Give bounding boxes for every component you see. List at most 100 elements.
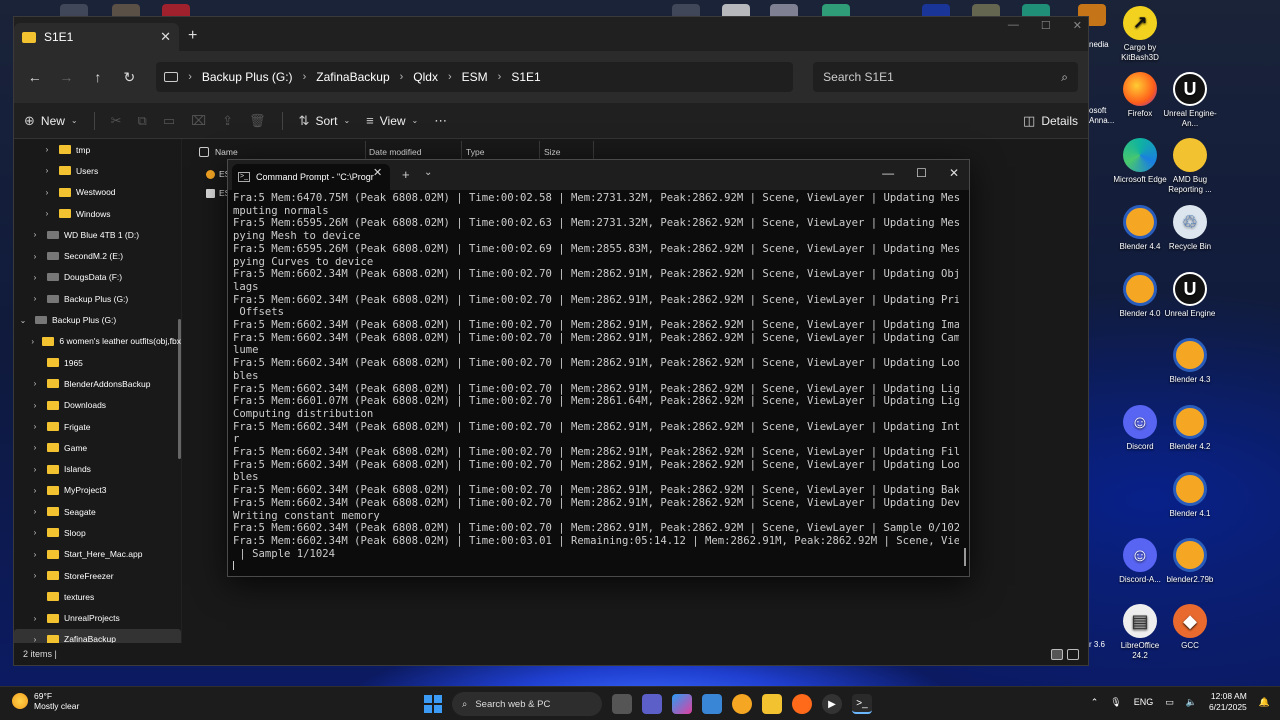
chevron-right-icon[interactable]: › (42, 209, 52, 218)
desktop-shortcut[interactable]: Blender 4.3 (1163, 338, 1217, 385)
teams-icon[interactable] (642, 694, 662, 714)
volume-icon[interactable]: 🔈 (1186, 697, 1197, 708)
terminal-output[interactable]: Fra:5 Mem:6470.75M (Peak 6808.02M) | Tim… (233, 192, 959, 570)
sidebar-item[interactable]: › SecondM.2 (E:) (14, 245, 181, 266)
chevron-right-icon[interactable]: › (30, 635, 40, 643)
new-tab-icon[interactable]: + (402, 167, 410, 182)
minimize-icon[interactable]: — (882, 166, 894, 180)
cut-icon[interactable]: ✂ (111, 113, 122, 129)
blender-icon[interactable] (732, 694, 752, 714)
desktop-shortcut[interactable]: ▤ LibreOffice 24.2 (1113, 604, 1167, 661)
details-button[interactable]: ◫ Details (1023, 113, 1078, 129)
close-icon[interactable]: ✕ (160, 29, 171, 45)
sidebar-item[interactable]: › Windows (14, 203, 181, 224)
sidebar-item[interactable]: › Sloop (14, 522, 181, 543)
copy-icon[interactable]: ⧉ (138, 113, 147, 129)
store-icon[interactable] (702, 694, 722, 714)
chevron-right-icon[interactable]: › (30, 273, 40, 282)
chevron-right-icon[interactable]: › (30, 379, 40, 388)
desktop-shortcut[interactable]: AMD Bug Reporting ... (1163, 138, 1217, 195)
desktop-shortcut[interactable]: Blender 4.4 (1113, 205, 1167, 252)
chevron-right-icon[interactable]: › (30, 337, 35, 346)
sidebar-item[interactable]: › Westwood (14, 182, 181, 203)
rename-icon[interactable]: ⌧ (191, 113, 206, 129)
chevron-right-icon[interactable]: › (448, 71, 452, 83)
sidebar-item[interactable]: › StoreFreezer (14, 565, 181, 586)
chevron-right-icon[interactable]: › (30, 507, 40, 516)
chevron-down-icon[interactable]: ⌄ (18, 316, 28, 325)
sidebar-item[interactable]: ⌄ Backup Plus (G:) (14, 309, 181, 330)
up-icon[interactable]: ↑ (87, 69, 109, 85)
divider[interactable] (461, 141, 462, 161)
close-icon[interactable]: ✕ (1073, 19, 1082, 32)
chevron-right-icon[interactable]: › (30, 230, 40, 239)
microphone-icon[interactable]: 🎙 (1110, 697, 1121, 708)
sort-button[interactable]: ⇅ Sort ⌄ (299, 113, 351, 129)
task-view-icon[interactable] (612, 694, 632, 714)
divider[interactable] (539, 141, 540, 161)
sidebar-item[interactable]: › 6 women's leather outfits(obj,fbx (14, 331, 181, 352)
copilot-icon[interactable] (672, 694, 692, 714)
sidebar-item[interactable]: › tmp (14, 139, 181, 160)
chevron-right-icon[interactable]: › (42, 188, 52, 197)
sidebar-item[interactable]: › MyProject3 (14, 480, 181, 501)
sidebar-item[interactable]: › Backup Plus (G:) (14, 288, 181, 309)
chevron-right-icon[interactable]: › (30, 443, 40, 452)
forward-icon[interactable]: → (56, 69, 78, 85)
desktop-shortcut[interactable]: ◆ GCC (1163, 604, 1217, 651)
sidebar-item[interactable]: › DougsData (F:) (14, 267, 181, 288)
sidebar-item[interactable]: textures (14, 586, 181, 607)
new-tab-icon[interactable]: + (188, 27, 197, 45)
firefox-icon[interactable] (792, 694, 812, 714)
desktop-shortcut[interactable]: Microsoft Edge (1113, 138, 1167, 185)
chevron-right-icon[interactable]: › (42, 166, 52, 175)
column-date-modified[interactable]: Date modified (369, 147, 421, 157)
chevron-right-icon[interactable]: › (30, 571, 40, 580)
chevron-right-icon[interactable]: › (30, 486, 40, 495)
sidebar-item[interactable]: 1965 (14, 352, 181, 373)
new-button[interactable]: ⊕ New ⌄ (24, 113, 78, 129)
desktop-shortcut[interactable]: ↗ Cargo by KitBash3D (1113, 6, 1167, 63)
sidebar-item[interactable]: › Game (14, 437, 181, 458)
column-type[interactable]: Type (466, 147, 484, 157)
terminal-tab[interactable]: >_ Command Prompt - "C:\Progr (232, 164, 390, 190)
desktop-shortcut[interactable]: U Unreal Engine-An... (1163, 72, 1217, 129)
divider[interactable] (365, 141, 366, 161)
tiles-view-icon[interactable] (1067, 648, 1079, 660)
chevron-right-icon[interactable]: › (30, 528, 40, 537)
network-icon[interactable]: ▭ (1165, 697, 1174, 708)
chevron-right-icon[interactable]: › (42, 145, 52, 154)
minimize-icon[interactable]: — (1008, 19, 1019, 32)
chevron-right-icon[interactable]: › (30, 422, 40, 431)
chevron-right-icon[interactable]: › (498, 71, 502, 83)
share-icon[interactable]: ⇪ (222, 113, 233, 129)
delete-icon[interactable]: 🗑 (249, 113, 266, 129)
chevron-right-icon[interactable]: › (30, 614, 40, 623)
desktop-shortcut[interactable]: U Unreal Engine (1163, 272, 1217, 319)
more-options-icon[interactable]: ⋯ (434, 113, 447, 129)
close-icon[interactable]: ✕ (373, 166, 382, 179)
chevron-right-icon[interactable]: › (400, 71, 404, 83)
weather-widget[interactable]: 69°F Mostly clear (12, 691, 79, 711)
terminal-scrollbar[interactable] (964, 548, 966, 566)
breadcrumb-item[interactable]: Qldx (413, 70, 438, 84)
language-indicator[interactable]: ENG (1134, 697, 1154, 707)
desktop-shortcut[interactable]: ♲ Recycle Bin (1163, 205, 1217, 252)
chevron-right-icon[interactable]: › (188, 71, 192, 83)
desktop-shortcut[interactable]: Blender 4.0 (1113, 272, 1167, 319)
chevron-right-icon[interactable]: › (30, 465, 40, 474)
chevron-right-icon[interactable]: › (30, 252, 40, 261)
address-bar[interactable]: › Backup Plus (G:) › ZafinaBackup › Qldx… (156, 62, 794, 92)
sidebar-item[interactable]: › Seagate (14, 501, 181, 522)
details-view-icon[interactable] (1051, 648, 1063, 660)
sidebar-item[interactable]: › WD Blue 4TB 1 (D:) (14, 224, 181, 245)
paste-icon[interactable]: ▭ (163, 113, 175, 129)
sidebar-item[interactable]: › Islands (14, 458, 181, 479)
sidebar-item[interactable]: › UnrealProjects (14, 608, 181, 629)
chevron-right-icon[interactable]: › (303, 71, 307, 83)
breadcrumb-item[interactable]: ZafinaBackup (316, 70, 389, 84)
view-button[interactable]: ≡ View ⌄ (366, 113, 418, 128)
breadcrumb-item[interactable]: Backup Plus (G:) (202, 70, 293, 84)
breadcrumb-item[interactable]: ESM (462, 70, 488, 84)
terminal-icon[interactable]: >_ (852, 694, 872, 714)
